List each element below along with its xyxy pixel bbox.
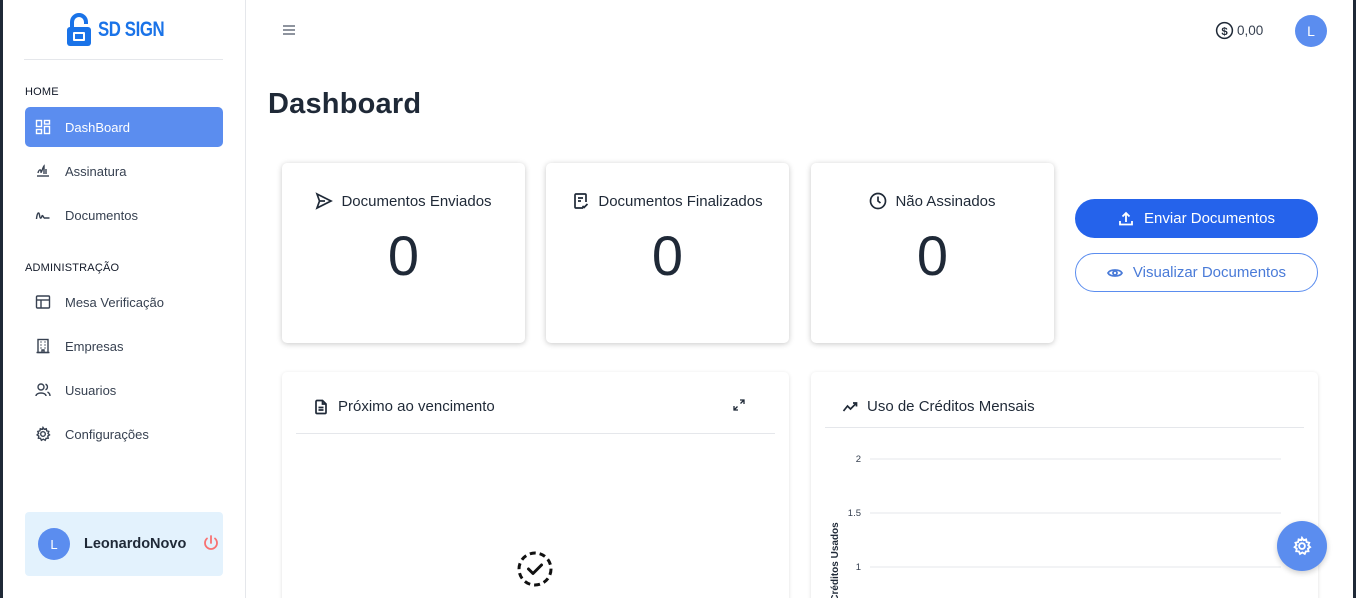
send-documents-label: Enviar Documentos xyxy=(1144,210,1275,227)
lock-icon xyxy=(67,12,92,46)
send-icon xyxy=(315,192,334,210)
stat-value: 0 xyxy=(387,224,420,287)
sidebar-item-configuracoes[interactable]: Configurações xyxy=(25,414,223,454)
sidebar-item-documentos[interactable]: Documentos xyxy=(25,195,223,235)
sidebar-item-label: Configurações xyxy=(65,426,149,442)
signature-icon xyxy=(35,163,51,179)
user-name: LeonardoNovo xyxy=(84,536,187,552)
panel-title: Próximo ao vencimento xyxy=(338,398,495,415)
gear-icon xyxy=(35,426,51,442)
view-documents-button[interactable]: Visualizar Documentos xyxy=(1075,253,1318,292)
settings-fab[interactable] xyxy=(1277,521,1327,571)
users-icon xyxy=(35,382,51,398)
send-documents-button[interactable]: Enviar Documentos xyxy=(1075,199,1318,238)
eye-icon xyxy=(1106,268,1123,277)
sidebar-item-label: Assinatura xyxy=(65,163,127,179)
stat-label: Documentos Finalizados xyxy=(598,192,763,210)
document-icon xyxy=(315,399,327,414)
upload-icon xyxy=(1119,211,1133,225)
svg-text:$: $ xyxy=(1221,26,1228,38)
y-tick-label: 1 xyxy=(856,562,861,573)
balance-value: 0,00 xyxy=(1237,23,1264,38)
sidebar-item-mesa-verificacao[interactable]: Mesa Verificação xyxy=(25,282,223,322)
expand-icon[interactable] xyxy=(733,399,745,411)
brand-logo[interactable]: SD SIGN xyxy=(24,0,223,60)
sidebar-item-assinatura[interactable]: Assinatura xyxy=(25,151,223,191)
sidebar-item-label: Mesa Verificação xyxy=(65,294,164,310)
sidebar-item-label: DashBoard xyxy=(65,119,131,135)
page-title: Dashboard xyxy=(268,88,422,120)
dollar-icon: $ xyxy=(1215,21,1234,40)
y-tick-label: 1.5 xyxy=(848,508,861,519)
avatar: L xyxy=(38,528,70,560)
sidebar-item-label: Empresas xyxy=(65,338,124,354)
section-label-admin: ADMINISTRAÇÃO xyxy=(25,262,120,274)
clock-icon xyxy=(870,192,887,210)
y-tick-label: 2 xyxy=(856,454,861,465)
sidebar: SD SIGN HOME DashBoard Assinatura Docume… xyxy=(3,0,246,598)
brand-name: SD SIGN xyxy=(98,17,165,41)
sidebar-item-usuarios[interactable]: Usuarios xyxy=(25,370,223,410)
menu-icon[interactable] xyxy=(281,22,297,38)
sidebar-item-label: Documentos xyxy=(65,207,138,223)
stat-card-unsigned: Não Assinados 0 xyxy=(811,163,1054,343)
view-documents-label: Visualizar Documentos xyxy=(1132,264,1287,281)
credits-usage-panel: Uso de Créditos Mensais 2 1.5 1 Créditos Us… xyxy=(811,372,1318,598)
stat-value: 0 xyxy=(916,224,949,287)
document-check-icon xyxy=(574,193,589,209)
y-axis-label: Créditos Usados xyxy=(830,522,841,598)
stat-label: Documentos Enviados xyxy=(341,192,492,210)
sidebar-item-empresas[interactable]: Empresas xyxy=(25,326,223,366)
table-icon xyxy=(35,294,51,310)
building-icon xyxy=(35,338,51,354)
panel-divider xyxy=(296,433,775,434)
gear-icon xyxy=(1293,536,1312,556)
stat-card-sent: Documentos Enviados 0 xyxy=(282,163,525,343)
top-avatar[interactable]: L xyxy=(1295,15,1327,47)
documents-icon xyxy=(35,207,51,223)
credits-chart: 2 1.5 1 Créditos Usados xyxy=(830,454,1281,598)
check-circle-icon xyxy=(517,551,553,587)
power-icon[interactable] xyxy=(201,533,221,553)
user-profile-card[interactable]: L LeonardoNovo xyxy=(25,512,223,576)
stat-value: 0 xyxy=(651,224,684,287)
stat-label: Não Assinados xyxy=(895,192,996,210)
dashboard-icon xyxy=(35,119,51,135)
sidebar-item-label: Usuarios xyxy=(65,382,117,398)
section-label-home: HOME xyxy=(25,86,59,98)
credit-balance[interactable]: $ 0,00 xyxy=(1215,21,1263,40)
due-documents-panel: Próximo ao vencimento xyxy=(282,372,789,598)
stat-card-finished: Documentos Finalizados 0 xyxy=(546,163,789,343)
sidebar-item-dashboard[interactable]: DashBoard xyxy=(25,107,223,147)
